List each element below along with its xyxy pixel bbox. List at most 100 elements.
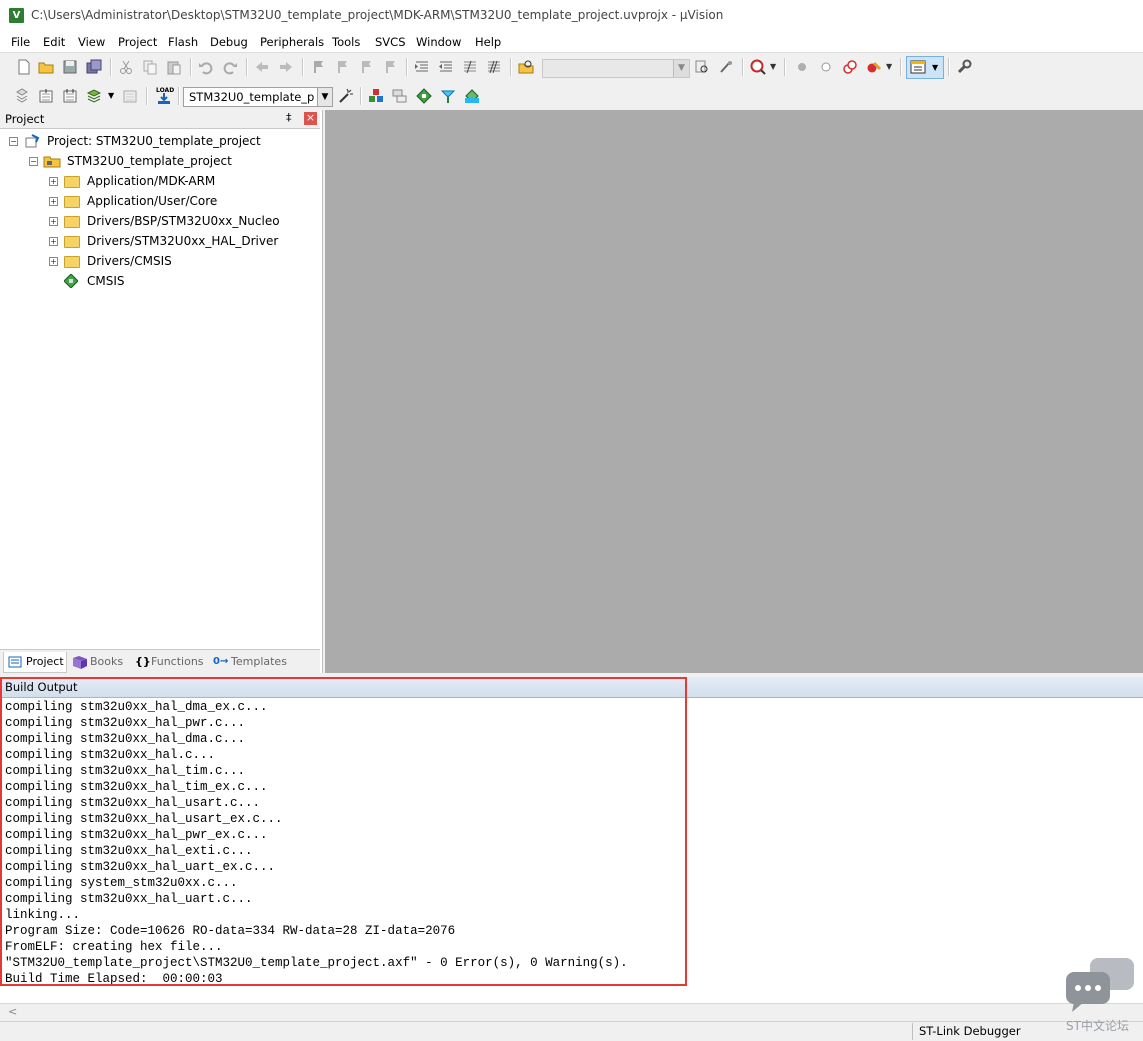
tree-group-item[interactable]: + Drivers/STM32U0xx_HAL_Driver <box>0 232 320 252</box>
expand-icon[interactable]: + <box>49 197 58 206</box>
navigate-forward-icon[interactable] <box>278 59 294 75</box>
bookmark-icon[interactable] <box>310 59 326 75</box>
breakpoints-disable-all-icon[interactable] <box>842 59 858 75</box>
output-line: Build Time Elapsed: 00:00:03 <box>5 972 223 986</box>
build-icon[interactable] <box>38 88 54 104</box>
undo-icon[interactable] <box>198 59 214 75</box>
new-file-icon[interactable] <box>16 59 32 75</box>
project-pane: Project ‡ × − Project: STM32U0_template_… <box>0 110 323 674</box>
tree-group-item[interactable]: + Application/MDK-ARM <box>0 172 320 192</box>
menu-view[interactable]: View <box>78 35 105 49</box>
output-line: "STM32U0_template_project\STM32U0_templa… <box>5 956 628 970</box>
folder-icon <box>64 236 80 248</box>
expand-icon[interactable]: + <box>49 257 58 266</box>
menu-edit[interactable]: Edit <box>43 35 65 49</box>
save-icon[interactable] <box>62 59 78 75</box>
debug-session-icon[interactable] <box>750 59 766 75</box>
tab-label: Templates <box>231 655 287 668</box>
open-folder-icon[interactable] <box>38 59 54 75</box>
tab-books[interactable]: Books <box>70 652 128 672</box>
paste-icon[interactable] <box>166 59 182 75</box>
save-all-icon[interactable] <box>86 59 102 75</box>
configure-wrench-icon[interactable] <box>956 59 972 75</box>
manage-components-icon[interactable] <box>368 88 384 104</box>
tree-project-root[interactable]: − Project: STM32U0_template_project <box>0 132 320 152</box>
incremental-find-icon[interactable] <box>718 59 734 75</box>
tab-functions[interactable]: {} Functions <box>132 652 206 672</box>
chevron-down-icon[interactable]: ▼ <box>317 88 332 106</box>
menu-peripherals[interactable]: Peripherals <box>260 35 324 49</box>
tab-templates[interactable]: 0→ Templates <box>210 652 290 672</box>
horizontal-scrollbar[interactable]: < <box>0 1003 1143 1021</box>
indent-icon[interactable] <box>414 59 430 75</box>
batch-build-icon[interactable] <box>86 88 102 104</box>
find-in-files-icon[interactable] <box>518 59 534 75</box>
comment-icon[interactable] <box>462 59 478 75</box>
rebuild-icon[interactable] <box>62 88 78 104</box>
file-extensions-icon[interactable] <box>392 88 408 104</box>
expand-icon[interactable]: + <box>49 237 58 246</box>
run-time-environment-icon[interactable] <box>464 88 480 104</box>
translate-icon[interactable] <box>14 88 30 104</box>
find-combobox[interactable]: ▼ <box>542 59 690 78</box>
menu-project[interactable]: Project <box>118 35 157 49</box>
breakpoint-disabled-icon[interactable] <box>818 59 834 75</box>
tree-group-item[interactable]: + Drivers/BSP/STM32U0xx_Nucleo <box>0 212 320 232</box>
expand-icon[interactable]: + <box>49 177 58 186</box>
pin-icon[interactable]: ‡ <box>286 111 292 124</box>
target-select-value: STM32U0_template_proj <box>189 90 315 104</box>
menu-window[interactable]: Window <box>416 35 461 49</box>
select-software-packs-icon[interactable] <box>416 88 432 104</box>
tree-label: Drivers/STM32U0xx_HAL_Driver <box>87 234 279 248</box>
unindent-icon[interactable] <box>438 59 454 75</box>
expand-icon[interactable]: + <box>49 217 58 226</box>
scroll-left-arrow-icon[interactable]: < <box>8 1005 17 1018</box>
folder-icon <box>64 216 80 228</box>
menu-svcs[interactable]: SVCS <box>375 35 406 49</box>
cut-icon[interactable] <box>118 59 134 75</box>
menu-file[interactable]: File <box>11 35 30 49</box>
editor-area[interactable] <box>325 110 1143 673</box>
output-line: compiling system_stm32u0xx.c... <box>5 876 238 890</box>
window-layout-button[interactable]: ▼ <box>906 56 944 79</box>
download-load-button[interactable]: LOAD <box>154 87 174 105</box>
window-layout-icon <box>910 60 926 74</box>
tree-target[interactable]: − STM32U0_template_project <box>0 152 320 172</box>
options-for-target-icon[interactable] <box>338 88 354 104</box>
collapse-icon[interactable]: − <box>9 137 18 146</box>
project-icon <box>25 134 40 148</box>
menu-help[interactable]: Help <box>475 35 501 49</box>
output-line: compiling stm32u0xx_hal_usart_ex.c... <box>5 812 283 826</box>
tree-cmsis-item[interactable]: CMSIS <box>0 272 320 292</box>
breakpoints-kill-all-icon[interactable] <box>866 59 882 75</box>
target-select[interactable]: STM32U0_template_proj ▼ <box>183 87 333 107</box>
menu-tools[interactable]: Tools <box>332 35 360 49</box>
chevron-down-icon[interactable]: ▼ <box>770 62 776 71</box>
menu-flash[interactable]: Flash <box>168 35 198 49</box>
build-output-panel[interactable]: compiling stm32u0xx_hal_dma_ex.c... comp… <box>0 698 1143 1004</box>
redo-icon[interactable] <box>222 59 238 75</box>
chevron-down-icon[interactable]: ▼ <box>108 91 114 100</box>
copy-icon[interactable] <box>142 59 158 75</box>
chevron-down-icon[interactable]: ▼ <box>673 60 689 77</box>
chevron-down-icon: ▼ <box>932 63 939 72</box>
tree-group-item[interactable]: + Drivers/CMSIS <box>0 252 320 272</box>
uncomment-icon[interactable] <box>486 59 502 75</box>
chevron-down-icon[interactable]: ▼ <box>886 62 892 71</box>
pack-installer-icon[interactable] <box>440 88 456 104</box>
stop-build-icon[interactable] <box>122 88 138 104</box>
collapse-icon[interactable]: − <box>29 157 38 166</box>
next-bookmark-icon[interactable] <box>358 59 374 75</box>
clear-bookmarks-icon[interactable] <box>382 59 398 75</box>
debugger-status: ST-Link Debugger <box>919 1024 1021 1038</box>
navigate-back-icon[interactable] <box>254 59 270 75</box>
menu-debug[interactable]: Debug <box>210 35 248 49</box>
prev-bookmark-icon[interactable] <box>334 59 350 75</box>
find-icon[interactable] <box>694 59 710 75</box>
tab-project[interactable]: Project <box>3 652 67 673</box>
close-icon[interactable]: × <box>304 112 317 125</box>
tree-group-item[interactable]: + Application/User/Core <box>0 192 320 212</box>
breakpoint-icon[interactable] <box>794 59 810 75</box>
build-output-header <box>0 677 1143 698</box>
tree-label: Drivers/CMSIS <box>87 254 172 268</box>
